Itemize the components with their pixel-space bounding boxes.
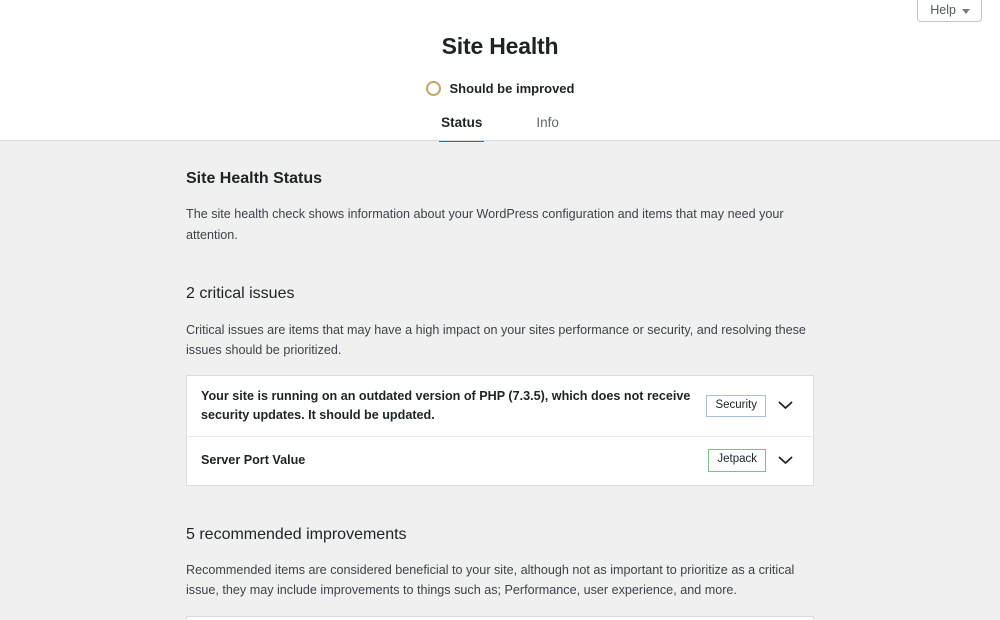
tab-info-label: Info [536,114,559,130]
status-badge: Security [706,394,766,418]
recommended-improvements-card: You should remove inactive plugins Secur… [186,615,814,620]
critical-issues-description: Critical issues are items that may have … [186,322,806,357]
issue-title: Your site is running on an outdated vers… [201,389,691,422]
site-health-status-title: Site Health Status [186,170,323,187]
help-button-label: Help [930,3,956,18]
status-ring-icon [425,80,441,96]
main-content: Site Health Status The site health check… [0,142,1000,620]
tab-list: Status Info [439,115,561,144]
tab-status[interactable]: Status [439,114,485,144]
chevron-down-icon[interactable] [770,393,800,419]
issue-title: Server Port Value [201,453,306,468]
chevron-down-icon [962,8,970,14]
list-item[interactable]: Server Port Value Jetpack [187,435,813,485]
critical-issues-card: Your site is running on an outdated vers… [186,375,814,486]
critical-issues-heading: 2 critical issues [186,285,295,303]
recommended-improvements-description: Recommended items are considered benefic… [186,562,795,598]
page-title: Site Health [441,33,559,59]
list-item[interactable]: Your site is running on an outdated vers… [187,376,813,435]
status-badge: Jetpack [708,449,766,472]
site-health-status-description: The site health check shows information … [186,207,784,242]
recommended-improvements-heading: 5 recommended improvements [186,525,407,543]
tab-status-label: Status [441,114,483,130]
chevron-down-icon[interactable] [770,448,800,474]
status-badge: Should be improved [449,80,575,96]
help-bar: Help [0,0,1000,22]
tab-info[interactable]: Info [534,115,561,144]
health-status-indicator: Should be improved [425,80,575,96]
help-button[interactable]: Help [917,0,982,22]
